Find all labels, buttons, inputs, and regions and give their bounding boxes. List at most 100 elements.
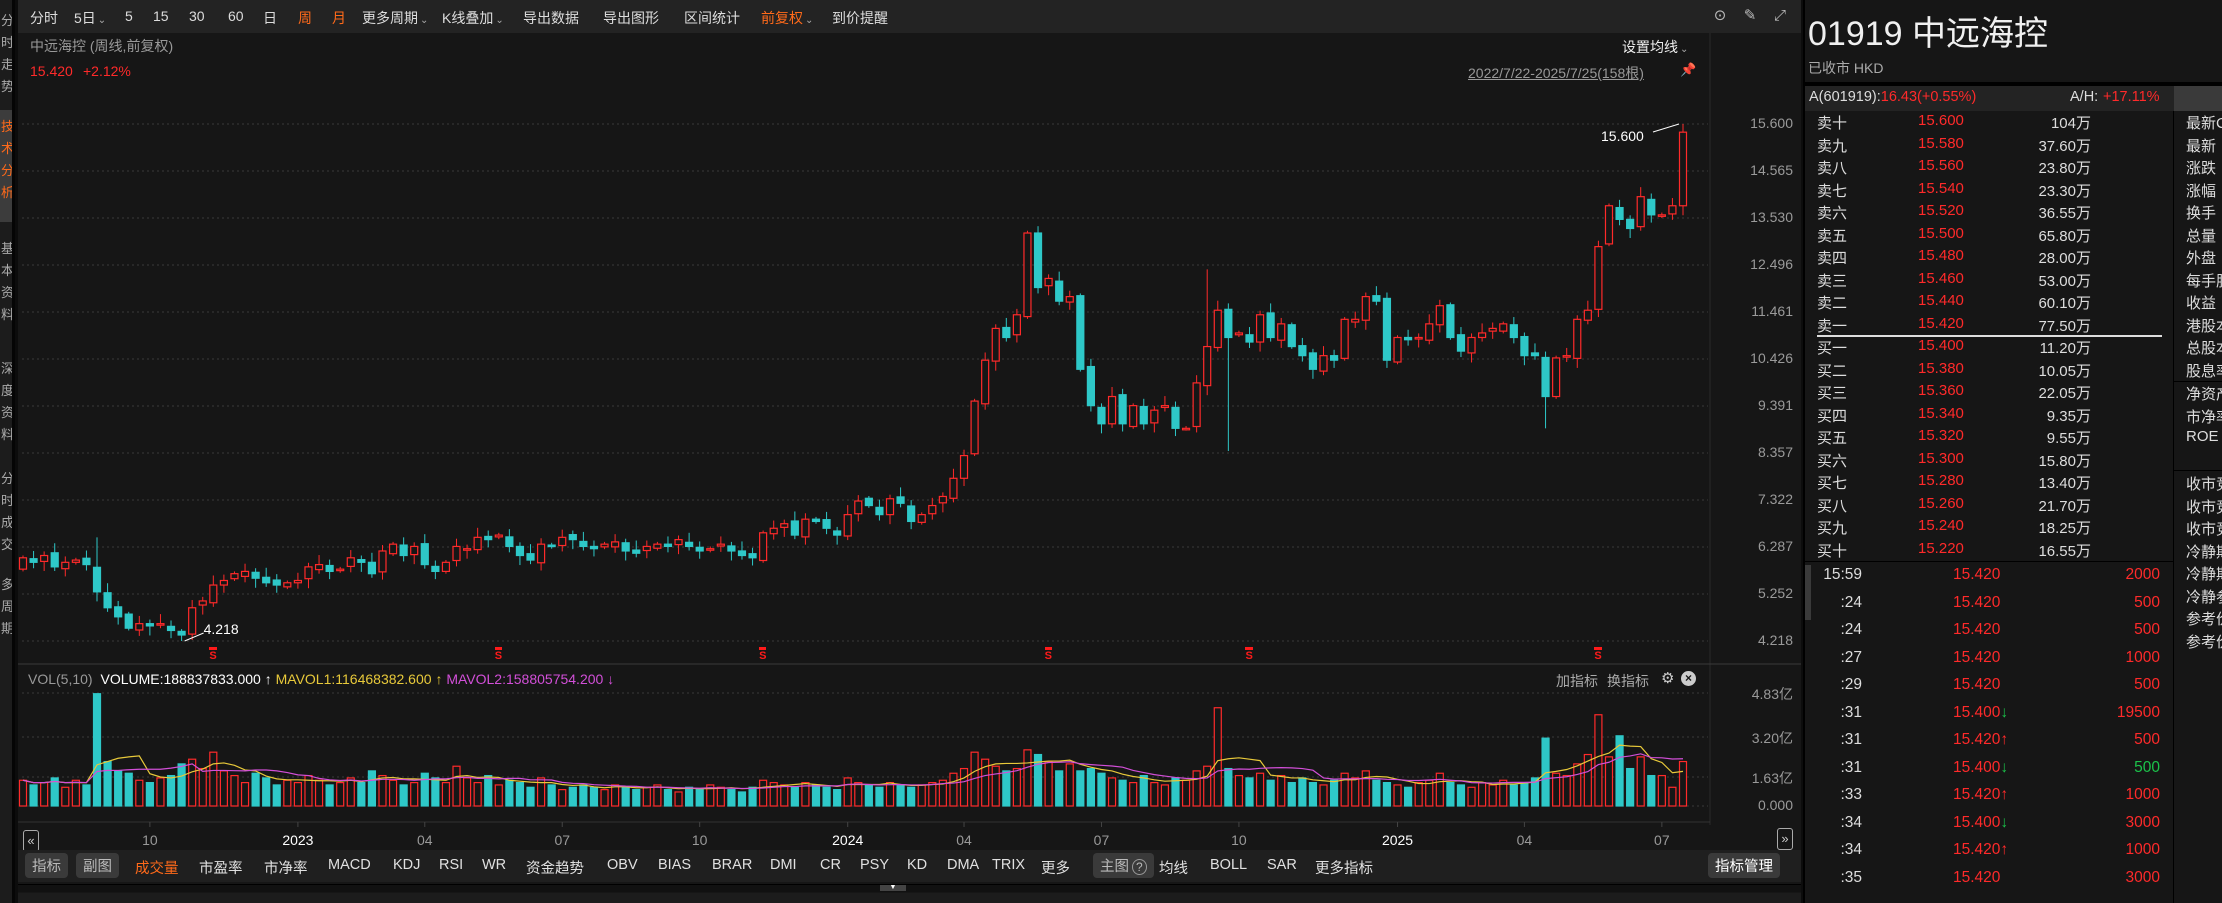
info-label: 冷静参 (2186, 588, 2222, 606)
info-label: 收市竞 (2186, 476, 2222, 493)
bid-row[interactable]: 买七 15.280 13.40万 (1805, 472, 2175, 494)
indicator-tab[interactable]: TRIX (992, 857, 1025, 873)
volume-bar (515, 782, 525, 807)
candle-up (854, 500, 863, 515)
ask-row[interactable]: 卖三 15.460 53.00万 (1805, 270, 2175, 292)
candle-up (759, 532, 768, 562)
volume-bar (452, 765, 461, 807)
ask-row[interactable]: 卖六 15.520 36.55万 (1805, 202, 2175, 224)
main-chart-button[interactable]: 主图? (1093, 853, 1154, 878)
volume-bar (1097, 772, 1106, 807)
indicator-tab[interactable]: DMA (947, 857, 979, 873)
indicator-tab[interactable]: RSI (439, 857, 463, 873)
sub-chart-button[interactable]: 副图 (76, 853, 119, 878)
trades-scrollbar[interactable] (1805, 565, 1811, 620)
gear-icon[interactable]: ⚙ (1661, 669, 1674, 687)
ask-row[interactable]: 卖四 15.480 28.00万 (1805, 247, 2175, 269)
signal-marker[interactable]: S (209, 647, 217, 662)
indicator-tab[interactable]: CR (820, 857, 841, 873)
bid-row[interactable]: 买四 15.340 9.35万 (1805, 405, 2175, 427)
main-indicator-tab[interactable]: 更多指标 (1315, 857, 1373, 878)
bid-row[interactable]: 买六 15.300 15.80万 (1805, 450, 2175, 472)
volume-bar (1171, 777, 1180, 807)
ask-row[interactable]: 卖二 15.440 60.10万 (1805, 292, 2175, 314)
indicator-tab[interactable]: KDJ (393, 857, 420, 873)
signal-marker[interactable]: S (1245, 647, 1253, 662)
bid-row[interactable]: 买一 15.400 11.20万 (1805, 337, 2175, 359)
volume-bar (759, 779, 768, 807)
indicator-tab[interactable]: BRAR (712, 857, 752, 873)
volume-bar (822, 786, 831, 807)
main-chart-label: 主图 (1100, 859, 1129, 875)
ask-row[interactable]: 卖一 15.420 77.50万 (1805, 315, 2175, 337)
ask-row[interactable]: 卖九 15.580 37.60万 (1805, 135, 2175, 157)
main-indicator-tab[interactable]: SAR (1267, 857, 1297, 873)
collapse-toggle[interactable]: ▼ (880, 884, 906, 891)
add-indicator-button[interactable]: 加指标 (1556, 671, 1598, 691)
volume-bar (600, 789, 609, 807)
volume-bar (748, 786, 757, 807)
indicator-tab[interactable]: KD (907, 857, 927, 873)
trade-price-value: 15.420 (1953, 786, 2001, 803)
signal-marker[interactable]: S (1044, 647, 1052, 662)
time-axis-label: 04 (1516, 832, 1533, 848)
volume-bar (1594, 714, 1603, 807)
indicator-tab[interactable]: MACD (328, 857, 371, 873)
quote-panel: 01919 中远海控 已收市 HKD A(601919):16.43(+0.55%)… (1803, 0, 2222, 903)
main-indicator-tab[interactable]: 均线 (1159, 857, 1188, 878)
trade-volume: 500 (2134, 731, 2160, 748)
panel-resize-handle[interactable] (18, 884, 1801, 892)
level-label: 买一 (1817, 340, 1848, 357)
indicator-button[interactable]: 指标 (25, 853, 68, 878)
ask-row[interactable]: 卖七 15.540 23.30万 (1805, 180, 2175, 202)
trade-volume: 500 (2134, 676, 2160, 693)
indicator-tab[interactable]: BIAS (658, 857, 691, 873)
indicator-tab[interactable]: DMI (770, 857, 797, 873)
indicator-tab[interactable]: OBV (607, 857, 638, 873)
kline-chart[interactable] (0, 0, 1801, 850)
help-icon[interactable]: ? (1132, 859, 1147, 875)
indicator-manage-button[interactable]: 指标管理 (1708, 853, 1780, 878)
ask-row[interactable]: 卖八 15.560 23.80万 (1805, 157, 2175, 179)
indicator-tab[interactable]: 市净率 (264, 857, 308, 878)
close-icon[interactable]: × (1681, 671, 1696, 686)
candle-up (1488, 327, 1497, 332)
volume-bar (1372, 779, 1381, 807)
bid-row[interactable]: 买八 15.260 21.70万 (1805, 495, 2175, 517)
switch-indicator-button[interactable]: 换指标 (1607, 671, 1649, 691)
level-price: 15.320 (1918, 427, 1964, 444)
indicator-tab[interactable]: 市盈率 (199, 857, 243, 878)
scroll-left-button[interactable]: « (23, 830, 39, 852)
time-axis-label: 04 (416, 832, 433, 848)
indicator-tab[interactable]: 成交量 (135, 857, 179, 878)
level-label: 买五 (1817, 430, 1848, 447)
candle-down (1520, 335, 1529, 357)
ask-row[interactable]: 卖五 15.500 65.80万 (1805, 225, 2175, 247)
info-label: 总量 (2186, 227, 2217, 245)
signal-marker[interactable]: S (494, 647, 503, 662)
scroll-right-button[interactable]: » (1777, 828, 1793, 850)
signal-marker[interactable]: S (759, 647, 767, 662)
candle-up (1594, 246, 1603, 310)
volume-bar (1266, 779, 1275, 807)
ask-row[interactable]: 卖十 15.600 104万 (1805, 112, 2175, 134)
trade-price: 15.420↑ (1953, 786, 2008, 804)
indicator-tab[interactable]: PSY (860, 857, 889, 873)
bid-row[interactable]: 买三 15.360 22.05万 (1805, 382, 2175, 404)
candle-up (1319, 355, 1328, 372)
indicator-tab[interactable]: 资金趋势 (526, 857, 584, 878)
bid-row[interactable]: 买五 15.320 9.55万 (1805, 427, 2175, 449)
main-indicator-tab[interactable]: BOLL (1210, 857, 1247, 873)
bid-row[interactable]: 买二 15.380 10.05万 (1805, 360, 2175, 382)
indicator-tab[interactable]: 更多 (1041, 857, 1070, 878)
signal-marker[interactable]: S (1594, 647, 1602, 662)
bid-row[interactable]: 买十 15.220 16.55万 (1805, 540, 2175, 562)
volume-bar (114, 770, 123, 807)
volume-bar (431, 777, 440, 807)
level-label: 买六 (1817, 452, 1848, 470)
trade-price: 15.420 (1953, 621, 2000, 639)
bid-row[interactable]: 买九 15.240 18.25万 (1805, 517, 2175, 539)
candle-up (219, 579, 228, 586)
a-share-row[interactable]: A(601919):16.43(+0.55%) A/H: +17.11% (1805, 86, 2222, 111)
indicator-tab[interactable]: WR (482, 857, 506, 873)
